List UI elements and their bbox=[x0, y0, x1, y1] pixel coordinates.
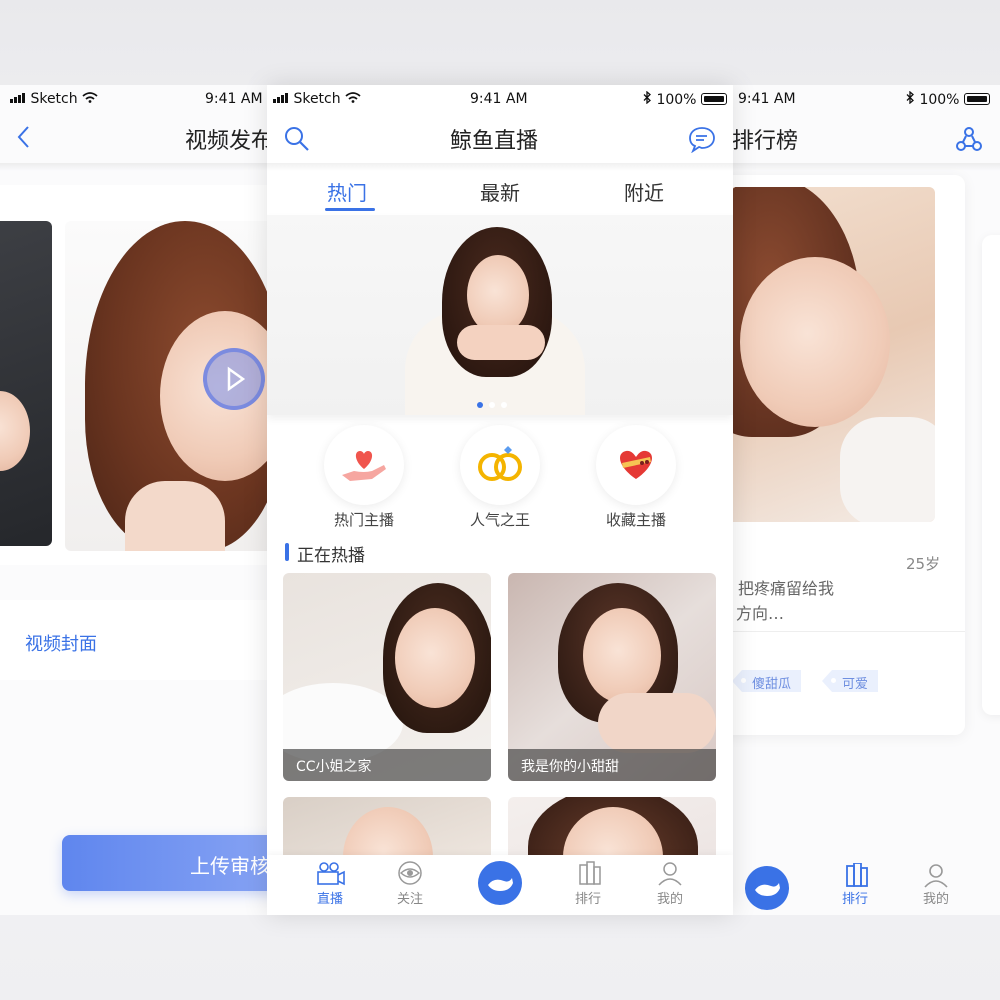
tab-hot[interactable]: 热门 bbox=[327, 177, 367, 206]
banner-dot bbox=[477, 402, 483, 408]
stream-caption: CC小姐之家 bbox=[283, 749, 491, 781]
tab-hot-underline bbox=[325, 208, 375, 211]
video-preview-card[interactable] bbox=[0, 185, 280, 565]
tab-mine[interactable]: 我的 bbox=[906, 863, 966, 911]
category-label: 热门主播 bbox=[333, 511, 394, 529]
cover-label: 视频封面 bbox=[25, 634, 97, 655]
tab-ranking-label: 排行 bbox=[841, 892, 868, 907]
tab-ranking-label: 排行 bbox=[574, 892, 601, 907]
back-icon[interactable] bbox=[16, 125, 30, 153]
right-screen: 9:41 AM 100% 排行榜 25岁 把疼痛留给我 方向… 傻甜瓜 可爱 排… bbox=[720, 85, 1000, 915]
side-thumbnail bbox=[0, 221, 52, 546]
bio-line-1: 把疼痛留给我 bbox=[738, 579, 835, 598]
whale-button[interactable] bbox=[478, 861, 522, 905]
battery-icon bbox=[963, 93, 990, 105]
center-screen: Sketch 9:41 AM 100% 鲸鱼直播 热门 最新 附近 热门主播 人… bbox=[267, 85, 733, 915]
section-title: 正在热播 bbox=[297, 546, 365, 566]
next-card bbox=[982, 235, 1000, 715]
tab-mine-label: 我的 bbox=[656, 892, 683, 907]
status-time: 9:41 AM bbox=[738, 91, 796, 107]
section-bar bbox=[285, 543, 289, 561]
upload-button-label: 上传审核 bbox=[190, 854, 270, 878]
banner-dot bbox=[501, 402, 507, 408]
category-popular-king[interactable]: 人气之王 bbox=[440, 425, 560, 530]
left-screen: Sketch 9:41 AM 视频发布 视频封面 上传审核 bbox=[0, 85, 280, 915]
heart-box-icon bbox=[620, 450, 652, 479]
page-title: 视频发布 bbox=[185, 129, 274, 154]
video-camera-icon bbox=[317, 862, 345, 886]
user-icon bbox=[658, 862, 682, 886]
stream-card[interactable]: CC小姐之家 bbox=[283, 573, 491, 781]
whale-button[interactable] bbox=[745, 866, 789, 910]
tab-latest[interactable]: 最新 bbox=[480, 177, 520, 206]
battery-percent: 100% bbox=[656, 92, 697, 108]
tab-ranking[interactable]: 排行 bbox=[825, 862, 885, 911]
bluetooth-icon bbox=[906, 90, 919, 108]
status-bar: Sketch 9:41 AM 100% bbox=[267, 85, 733, 113]
upload-button[interactable]: 上传审核 bbox=[62, 835, 280, 891]
ranking-card[interactable]: 25岁 把疼痛留给我 方向… 傻甜瓜 可爱 bbox=[720, 175, 965, 735]
wifi-icon bbox=[345, 91, 361, 107]
signal-icon bbox=[10, 91, 26, 107]
tab-bar: 直播 关注 排行 我的 bbox=[267, 855, 733, 915]
play-icon[interactable] bbox=[203, 348, 265, 410]
banner-dot bbox=[489, 402, 495, 408]
bio-line-2: 方向… bbox=[736, 604, 785, 623]
eye-icon bbox=[398, 861, 422, 885]
status-bar: Sketch 9:41 AM bbox=[0, 85, 280, 113]
message-icon[interactable] bbox=[687, 125, 717, 157]
category-hot-anchors[interactable]: 热门主播 bbox=[304, 425, 424, 530]
whale-icon bbox=[488, 878, 513, 891]
carrier-label: Sketch bbox=[293, 91, 341, 107]
rings-icon bbox=[478, 446, 522, 481]
tab-follow-label: 关注 bbox=[396, 892, 423, 907]
tag-cute: 可爱 bbox=[822, 670, 879, 692]
tab-follow[interactable]: 关注 bbox=[380, 861, 440, 911]
ranking-icon bbox=[579, 861, 601, 885]
category-label: 收藏主播 bbox=[605, 511, 666, 529]
age-label: 25岁 bbox=[906, 555, 941, 573]
battery-icon bbox=[700, 93, 727, 105]
stream-card[interactable]: 我是你的小甜甜 bbox=[508, 573, 716, 781]
ranking-icon bbox=[846, 862, 868, 887]
share-icon[interactable] bbox=[955, 125, 983, 157]
status-bar: 9:41 AM 100% bbox=[720, 85, 1000, 113]
tag-silly-melon: 傻甜瓜 bbox=[732, 670, 802, 692]
ranking-photo bbox=[720, 187, 935, 522]
tab-live-label: 直播 bbox=[316, 892, 343, 907]
category-favorite-anchors[interactable]: 收藏主播 bbox=[576, 425, 696, 530]
tab-nearby[interactable]: 附近 bbox=[624, 177, 664, 206]
wifi-icon bbox=[82, 91, 98, 107]
hero-banner[interactable] bbox=[267, 215, 733, 415]
signal-icon bbox=[273, 91, 289, 107]
whale-icon bbox=[755, 883, 780, 896]
user-icon bbox=[924, 864, 948, 888]
page-title: 排行榜 bbox=[732, 129, 799, 154]
carrier-label: Sketch bbox=[30, 91, 78, 107]
stream-caption: 我是你的小甜甜 bbox=[508, 749, 716, 781]
tab-live[interactable]: 直播 bbox=[300, 861, 360, 911]
heart-hand-icon bbox=[342, 451, 386, 481]
category-label: 人气之王 bbox=[469, 511, 530, 529]
status-time: 9:41 AM bbox=[205, 91, 263, 107]
search-icon[interactable] bbox=[283, 125, 311, 157]
status-time: 9:41 AM bbox=[470, 91, 528, 107]
page-title: 鲸鱼直播 bbox=[450, 129, 539, 154]
cover-row[interactable]: 视频封面 bbox=[0, 600, 280, 680]
battery-percent: 100% bbox=[919, 92, 960, 108]
tab-mine[interactable]: 我的 bbox=[640, 861, 700, 911]
tab-ranking[interactable]: 排行 bbox=[558, 861, 618, 911]
bluetooth-icon bbox=[643, 90, 656, 108]
tab-mine-label: 我的 bbox=[922, 892, 949, 907]
